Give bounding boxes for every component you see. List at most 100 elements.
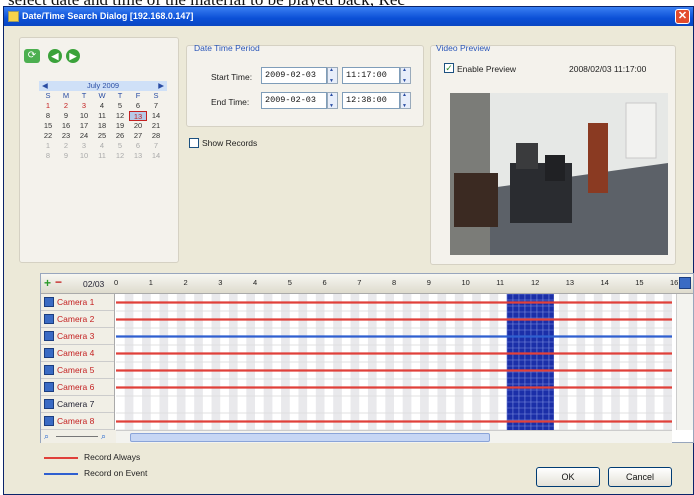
forward-icon[interactable]: ▶	[66, 49, 80, 63]
camera-list: Camera 1 Camera 2 Camera 3 Camera 4 Camera 5…	[41, 294, 115, 430]
calendar-day[interactable]: 18	[93, 121, 111, 131]
ok-button[interactable]: OK	[536, 467, 600, 487]
calendar-day[interactable]: 13	[129, 151, 147, 161]
show-records-checkbox[interactable]	[189, 138, 199, 148]
calendar-day[interactable]: 4	[93, 141, 111, 151]
calendar-day[interactable]: 4	[93, 101, 111, 111]
calendar-day[interactable]: 25	[93, 131, 111, 141]
weekday-label: S	[153, 91, 159, 100]
camera-label: Camera 1	[57, 297, 95, 307]
calendar-day[interactable]: 20	[129, 121, 147, 131]
calendar-day[interactable]: 9	[57, 111, 75, 121]
calendar-day[interactable]: 8	[39, 111, 57, 121]
zoom-slider[interactable]: ⌕ ⌕	[41, 430, 116, 443]
nav-icons: ⟳ ◀ ▶	[24, 49, 80, 63]
remove-icon[interactable]: −	[55, 275, 62, 289]
calendar-day[interactable]: 5	[111, 101, 129, 111]
calendar-day[interactable]: 14	[147, 111, 165, 121]
add-icon[interactable]: +	[44, 276, 51, 290]
calendar-day[interactable]: 22	[39, 131, 57, 141]
calendar-day[interactable]: 1	[39, 101, 57, 111]
timeline-body[interactable]	[116, 294, 672, 430]
calendar-day[interactable]: 23	[57, 131, 75, 141]
calendar-day[interactable]: 16	[57, 121, 75, 131]
end-time-field[interactable]: 12:38:00	[342, 92, 400, 109]
calendar-day[interactable]: 6	[129, 141, 147, 151]
calendar-day[interactable]: 27	[129, 131, 147, 141]
calendar-day[interactable]: 6	[129, 101, 147, 111]
start-time-field[interactable]: 11:17:00	[342, 67, 400, 84]
camera-row[interactable]: Camera 8	[41, 413, 114, 430]
start-date-spinner[interactable]	[327, 67, 338, 84]
camera-row[interactable]: Camera 1	[41, 294, 114, 311]
calendar-day[interactable]: 19	[111, 121, 129, 131]
hour-tick: 0	[114, 278, 119, 287]
calendar-day[interactable]: 11	[93, 111, 111, 121]
zoom-track[interactable]	[56, 436, 98, 437]
calendar-day[interactable]: 3	[75, 101, 93, 111]
start-date-field[interactable]: 2009-02-03	[261, 67, 327, 84]
hour-tick: 9	[426, 278, 431, 287]
calendar-day[interactable]: 2	[57, 141, 75, 151]
start-time-spinner[interactable]	[400, 67, 411, 84]
cancel-button[interactable]: Cancel	[608, 467, 672, 487]
camera-icon	[44, 416, 54, 426]
zoom-in-icon[interactable]: ⌕	[101, 431, 106, 442]
hour-tick: 12	[531, 278, 540, 287]
scroll-thumb[interactable]	[130, 433, 490, 442]
calendar-day[interactable]: 24	[75, 131, 93, 141]
camera-row[interactable]: Camera 4	[41, 345, 114, 362]
weekday-label: T	[81, 91, 87, 100]
weekday-label: T	[117, 91, 123, 100]
camera-row[interactable]: Camera 5	[41, 362, 114, 379]
prev-month-button[interactable]: ◀	[42, 81, 48, 91]
selection-region	[506, 294, 554, 430]
calendar-day[interactable]: 8	[39, 151, 57, 161]
refresh-icon[interactable]: ⟳	[24, 49, 40, 63]
calendar-day[interactable]: 26	[111, 131, 129, 141]
timeline: + − 02/03 0 1 2 3 4 5 6 7 8 9 10 11 12 13 14 15 16 Camer…	[40, 273, 694, 443]
grid-toggle-icon[interactable]	[679, 277, 691, 289]
zoom-out-icon[interactable]: ⌕	[44, 431, 49, 442]
calendar-day[interactable]: 12	[111, 111, 129, 121]
calendar-day[interactable]: 14	[147, 151, 165, 161]
camera-row[interactable]: Camera 2	[41, 311, 114, 328]
calendar-day[interactable]: 2	[57, 101, 75, 111]
end-date-spinner[interactable]	[327, 92, 338, 109]
camera-row[interactable]: Camera 7	[41, 396, 114, 413]
calendar-day[interactable]: 10	[75, 151, 93, 161]
calendar-day[interactable]: 7	[147, 101, 165, 111]
calendar-day[interactable]: 10	[75, 111, 93, 121]
end-date-field[interactable]: 2009-02-03	[261, 92, 327, 109]
hour-tick: 15	[635, 278, 644, 287]
camera-row[interactable]: Camera 3	[41, 328, 114, 345]
back-icon[interactable]: ◀	[48, 49, 62, 63]
timeline-chart	[116, 294, 672, 430]
camera-label: Camera 7	[57, 399, 95, 409]
calendar-day[interactable]: 7	[147, 141, 165, 151]
hour-tick: 1	[148, 278, 153, 287]
search-dialog: Date/Time Search Dialog [192.168.0.147] …	[3, 6, 694, 495]
calendar-day[interactable]: 17	[75, 121, 93, 131]
calendar-day[interactable]: 1	[39, 141, 57, 151]
camera-icon	[44, 399, 54, 409]
vertical-scrollbar[interactable]	[676, 294, 693, 430]
end-time-spinner[interactable]	[400, 92, 411, 109]
horizontal-scrollbar[interactable]	[116, 430, 672, 443]
camera-row[interactable]: Camera 6	[41, 379, 114, 396]
calendar-day[interactable]: 21	[147, 121, 165, 131]
calendar-day[interactable]: 13	[129, 111, 147, 121]
close-button[interactable]: ✕	[675, 9, 690, 24]
calendar-day[interactable]: 15	[39, 121, 57, 131]
video-preview-image	[450, 93, 668, 255]
calendar-day[interactable]: 12	[111, 151, 129, 161]
office-camera-view	[450, 93, 668, 255]
camera-label: Camera 3	[57, 331, 95, 341]
enable-preview-checkbox[interactable]: ✓	[444, 63, 454, 73]
calendar-day[interactable]: 3	[75, 141, 93, 151]
calendar-day[interactable]: 28	[147, 131, 165, 141]
calendar-day[interactable]: 11	[93, 151, 111, 161]
calendar-day[interactable]: 5	[111, 141, 129, 151]
calendar-day[interactable]: 9	[57, 151, 75, 161]
next-month-button[interactable]: ▶	[158, 81, 164, 91]
